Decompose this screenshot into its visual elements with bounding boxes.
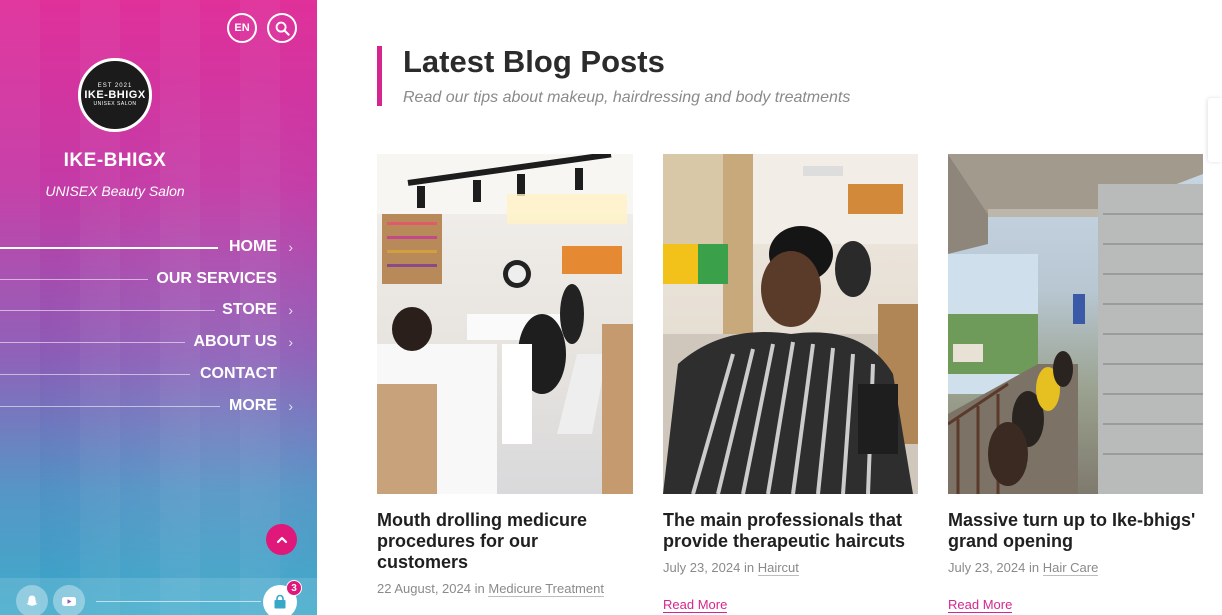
blog-post-title[interactable]: The main professionals that provide ther… — [663, 510, 918, 552]
nav-item-label: OUR SERVICES — [156, 269, 277, 287]
nav-item-label: CONTACT — [199, 365, 277, 383]
blog-post-date: 22 August, 2024 — [377, 581, 471, 596]
cart-count-badge: 3 — [286, 580, 302, 596]
blog-post-image[interactable] — [377, 154, 633, 494]
grand-opening-image — [948, 154, 1203, 494]
blog-post-in-text: in — [1028, 560, 1040, 575]
nav-divider-line — [0, 342, 185, 344]
brand-logo[interactable]: EST 2021 IKE-BHIGX UNISEX SALON — [78, 58, 152, 132]
nav-item-label: ABOUT US — [193, 333, 277, 351]
snapchat-icon — [26, 595, 38, 606]
language-label: EN — [234, 22, 250, 34]
sidebar-top-icons: EN — [227, 13, 297, 43]
blog-post-date: July 23, 2024 — [948, 560, 1026, 575]
nav-divider-line — [0, 278, 148, 280]
nav-item-more[interactable]: MORE › — [0, 390, 317, 422]
shopping-bag-icon — [274, 594, 286, 609]
search-icon — [275, 21, 290, 36]
nav-item-contact[interactable]: CONTACT — [0, 358, 317, 390]
side-panel-tab[interactable] — [1208, 98, 1222, 162]
blog-post-category-link[interactable]: Hair Care — [1042, 560, 1099, 576]
language-button[interactable]: EN — [227, 13, 257, 43]
read-more-link[interactable]: Read More — [663, 597, 728, 613]
nav-item-label: MORE — [229, 396, 277, 414]
blog-post-meta: 22 August, 2024 in Medicure Treatment — [377, 581, 633, 597]
youtube-icon — [62, 597, 76, 606]
blog-post-meta: July 23, 2024 in Haircut — [663, 560, 918, 576]
blog-post-image[interactable] — [663, 154, 918, 494]
chevron-right-icon: › — [288, 302, 293, 319]
search-button[interactable] — [267, 13, 297, 43]
nav-divider-line — [0, 374, 190, 376]
chevron-right-icon: › — [288, 334, 293, 351]
page-subtitle: Read our tips about makeup, hairdressing… — [403, 89, 851, 106]
nav-divider-line — [0, 310, 215, 312]
blog-post-meta: July 23, 2024 in Hair Care — [948, 560, 1203, 576]
footer-divider — [96, 601, 261, 602]
blog-post-date: July 23, 2024 — [663, 560, 741, 575]
sidebar: EN EST 2021 IKE-BHIGX UNISEX SALON IKE-B… — [0, 0, 317, 615]
snapchat-link[interactable] — [16, 585, 48, 615]
blog-post-category-link[interactable]: Medicure Treatment — [488, 581, 604, 597]
blog-post-category-link[interactable]: Haircut — [757, 560, 799, 576]
nav-item-store[interactable]: STORE › — [0, 295, 317, 327]
nav-item-label: STORE — [222, 301, 277, 319]
brand-name: IKE-BHIGX — [63, 150, 167, 171]
blog-post-image[interactable] — [948, 154, 1203, 494]
nav-item-our-services[interactable]: OUR SERVICES — [0, 263, 317, 295]
page-title: Latest Blog Posts — [403, 44, 665, 79]
nav-item-home[interactable]: HOME › — [0, 231, 317, 263]
blog-post-card: The main professionals that provide ther… — [663, 154, 918, 576]
blog-post-in-text: in — [474, 581, 485, 596]
blog-post-in-text: in — [743, 560, 755, 575]
heading-accent-bar — [377, 46, 382, 106]
chevron-up-icon — [276, 536, 287, 543]
barber-client-image — [663, 154, 918, 494]
read-more-link[interactable]: Read More — [948, 597, 1013, 613]
social-links — [16, 585, 85, 615]
chevron-right-icon: › — [288, 238, 293, 255]
salon-interior-image — [377, 154, 633, 494]
nav-divider-line — [0, 246, 218, 249]
logo-sub-text: UNISEX SALON — [93, 101, 137, 107]
nav-divider-line — [0, 405, 220, 407]
brand-tagline: UNISEX Beauty Salon — [45, 183, 185, 199]
blog-post-title[interactable]: Massive turn up to Ike-bhigs' grand open… — [948, 510, 1203, 552]
chevron-right-icon: › — [288, 397, 293, 414]
logo-main-text: IKE-BHIGX — [84, 89, 146, 101]
main-navigation: HOME › OUR SERVICES STORE › ABOUT US › C… — [0, 231, 317, 422]
scroll-to-top-button[interactable] — [266, 524, 297, 555]
blog-post-card: Massive turn up to Ike-bhigs' grand open… — [948, 154, 1203, 576]
youtube-link[interactable] — [53, 585, 85, 615]
blog-post-card: Mouth drolling medicure procedures for o… — [377, 154, 633, 597]
nav-item-about-us[interactable]: ABOUT US › — [0, 326, 317, 358]
blog-post-title[interactable]: Mouth drolling medicure procedures for o… — [377, 510, 633, 573]
nav-item-label: HOME — [229, 237, 277, 255]
